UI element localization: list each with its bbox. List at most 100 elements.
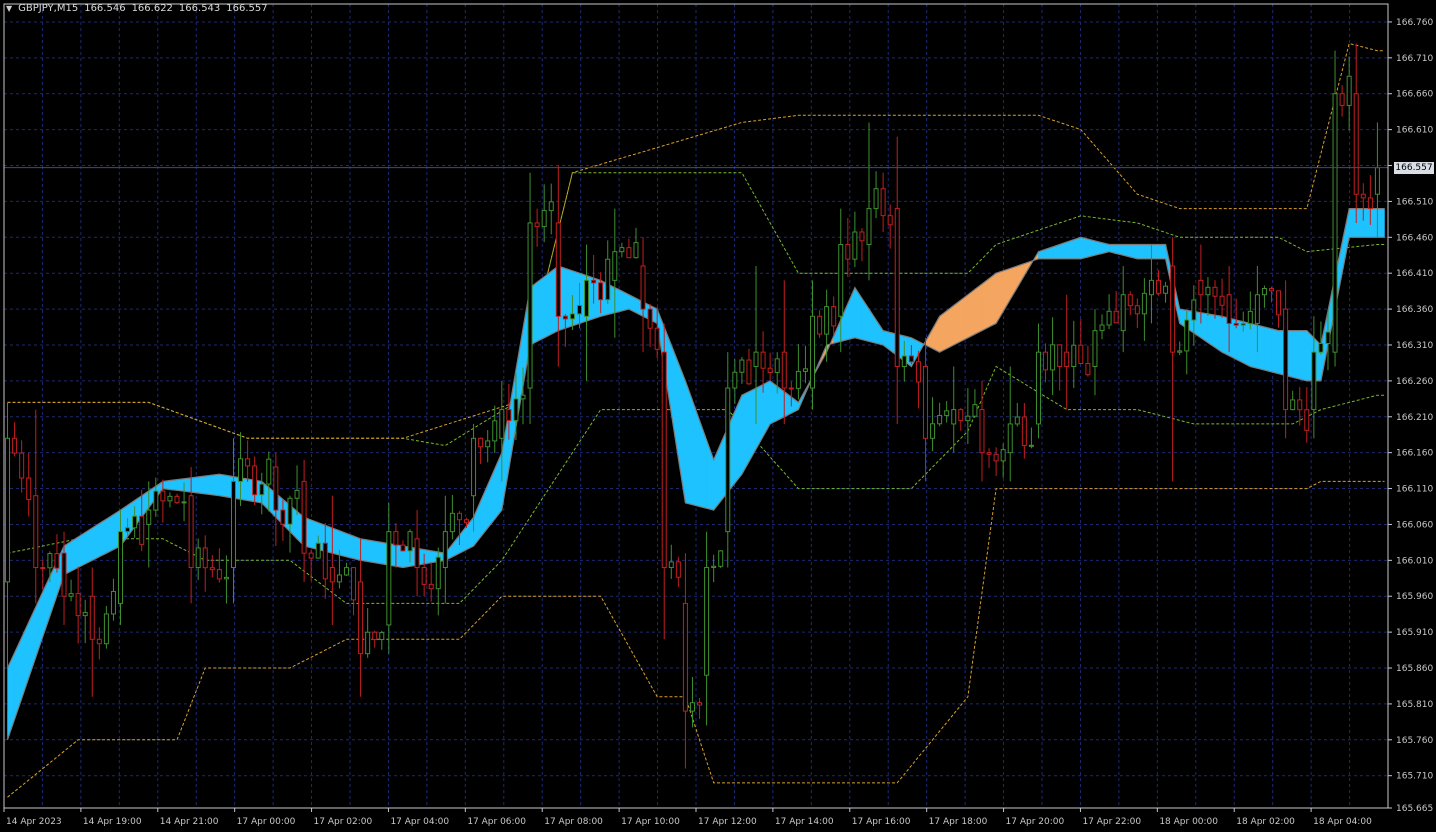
candle-body [386,531,392,626]
dropdown-triangle-icon[interactable]: ▼ [6,4,12,13]
candle-body [1021,416,1027,446]
cloud-segment [685,380,693,506]
candle-body [266,458,272,485]
candle-body [908,355,914,363]
candle-body [979,409,985,454]
candle-body [873,188,879,210]
candle-body [1035,351,1041,425]
cloud-segment [1151,244,1159,260]
candle-body [96,638,102,645]
candle-body [358,581,364,655]
cloud-segment [1214,314,1223,353]
current-price-tag: 166.557 [1394,161,1434,174]
candle-body [781,351,787,389]
x-tick-label: 17 Apr 16:00 [852,817,911,827]
candle-body [654,327,660,350]
cloud-segment [212,473,220,497]
cloud-segment [360,538,368,562]
candle-body [26,477,32,501]
candle-body [605,258,611,301]
x-tick-label: 17 Apr 06:00 [467,817,526,827]
cloud-segment [1264,326,1272,373]
close-value: 166.557 [226,3,268,14]
candle-body [937,414,943,425]
cloud-segment [183,477,192,493]
price-chart[interactable]: 166.760166.710166.660166.610166.560166.5… [0,0,1436,832]
candle-body [1043,351,1049,371]
candle-body [428,583,434,590]
candle-body [1078,344,1084,364]
y-tick-label: 166.510 [1396,197,1433,207]
candle-body [817,315,823,335]
cloud-segment [1087,238,1096,258]
cloud-segment [1250,323,1258,369]
candle-body [351,567,357,601]
candle-body [287,497,293,525]
cloud-segment [1137,244,1145,260]
candle-body [329,567,335,583]
candle-body [555,222,561,317]
cloud-segment [106,514,114,554]
candle-body [336,574,342,583]
candle-body [1050,344,1056,371]
candle-body [1261,287,1267,296]
candle-body [301,480,307,554]
candle-body [711,565,717,569]
candle-body [167,495,173,502]
candle-body [19,452,25,479]
candle-body [1332,93,1338,353]
candle-body [1177,350,1183,353]
candle-body [1163,285,1169,294]
candle-body [598,282,604,301]
candle-body [1360,193,1366,199]
candle-body [1276,290,1282,316]
y-tick-label: 165.960 [1396,592,1433,602]
candle-body [1134,305,1140,315]
candle-body [569,313,575,320]
candle-body [1311,351,1317,411]
cloud-segment [953,299,962,346]
candle-body [1014,416,1020,425]
candle-body [626,247,632,259]
cloud-segment [1066,239,1075,260]
candle-body [1290,399,1296,411]
candle-body [365,631,371,655]
candle-body [753,351,759,368]
candle-body [548,201,554,212]
candle-body [471,437,477,497]
x-tick-label: 17 Apr 12:00 [698,817,757,827]
candle-body [944,410,950,416]
candle-body [1099,324,1105,332]
chart-background [0,0,1436,832]
candle-body [802,368,808,372]
candle-body [675,561,681,578]
cloud-segment [190,476,199,494]
x-tick-label: 17 Apr 20:00 [1006,817,1065,827]
candle-body [810,315,816,389]
candle-body [442,531,448,569]
cloud-segment [1073,236,1082,260]
candle-body [393,531,399,546]
candle-body [499,409,505,439]
candle-body [245,458,251,467]
cloud-segment [1362,208,1371,238]
candle-body [887,215,893,226]
cloud-segment [988,272,997,328]
candle-body [125,527,131,533]
y-tick-label: 166.260 [1396,377,1433,387]
cloud-segment [1348,208,1357,238]
cloud-segment [1144,244,1152,260]
candle-body [576,304,582,315]
cloud-segment [1355,208,1364,238]
candle-body [230,480,236,569]
y-tick-label: 166.410 [1396,269,1433,279]
y-tick-label: 166.360 [1396,305,1433,315]
candle-body [1325,331,1331,345]
candle-body [880,188,886,217]
candle-body [82,612,88,617]
candle-body [619,247,625,253]
candle-body [838,243,844,317]
candle-body [1297,399,1303,411]
candle-body [591,279,597,284]
candle-body [1268,287,1274,292]
